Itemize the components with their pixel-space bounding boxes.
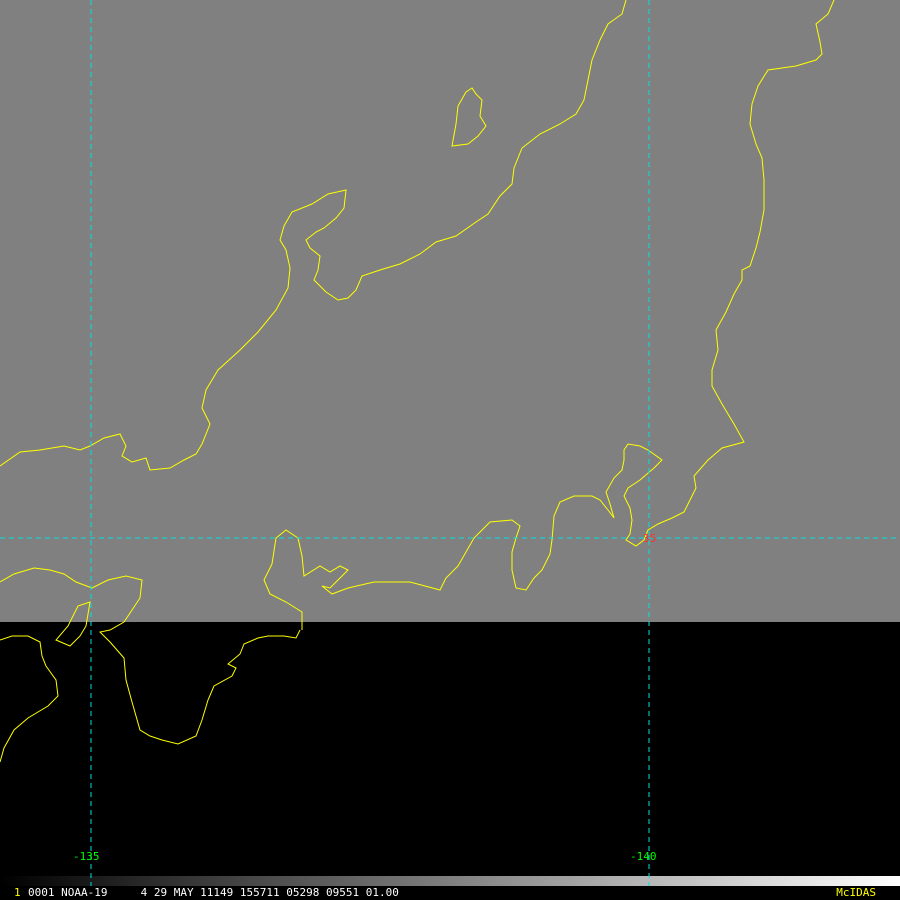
lon-label-140: -140 [630, 850, 657, 863]
image-info-text: 0001 NOAA-19 4 29 MAY 11149 155711 05298… [28, 886, 399, 899]
mcidas-brand: McIDAS [836, 886, 876, 899]
satellite-image-viewport: -135 -140 35 1 0001 NOAA-19 4 29 MAY 111… [0, 0, 900, 900]
lat-label-35: 35 [643, 532, 656, 545]
lon-label-135: -135 [73, 850, 100, 863]
map-canvas: -135 -140 35 [0, 0, 900, 886]
status-bar: 1 0001 NOAA-19 4 29 MAY 11149 155711 052… [0, 886, 900, 900]
satellite-scan-area [0, 0, 900, 622]
frame-number: 1 [14, 886, 21, 899]
grayscale-color-bar [0, 876, 900, 886]
